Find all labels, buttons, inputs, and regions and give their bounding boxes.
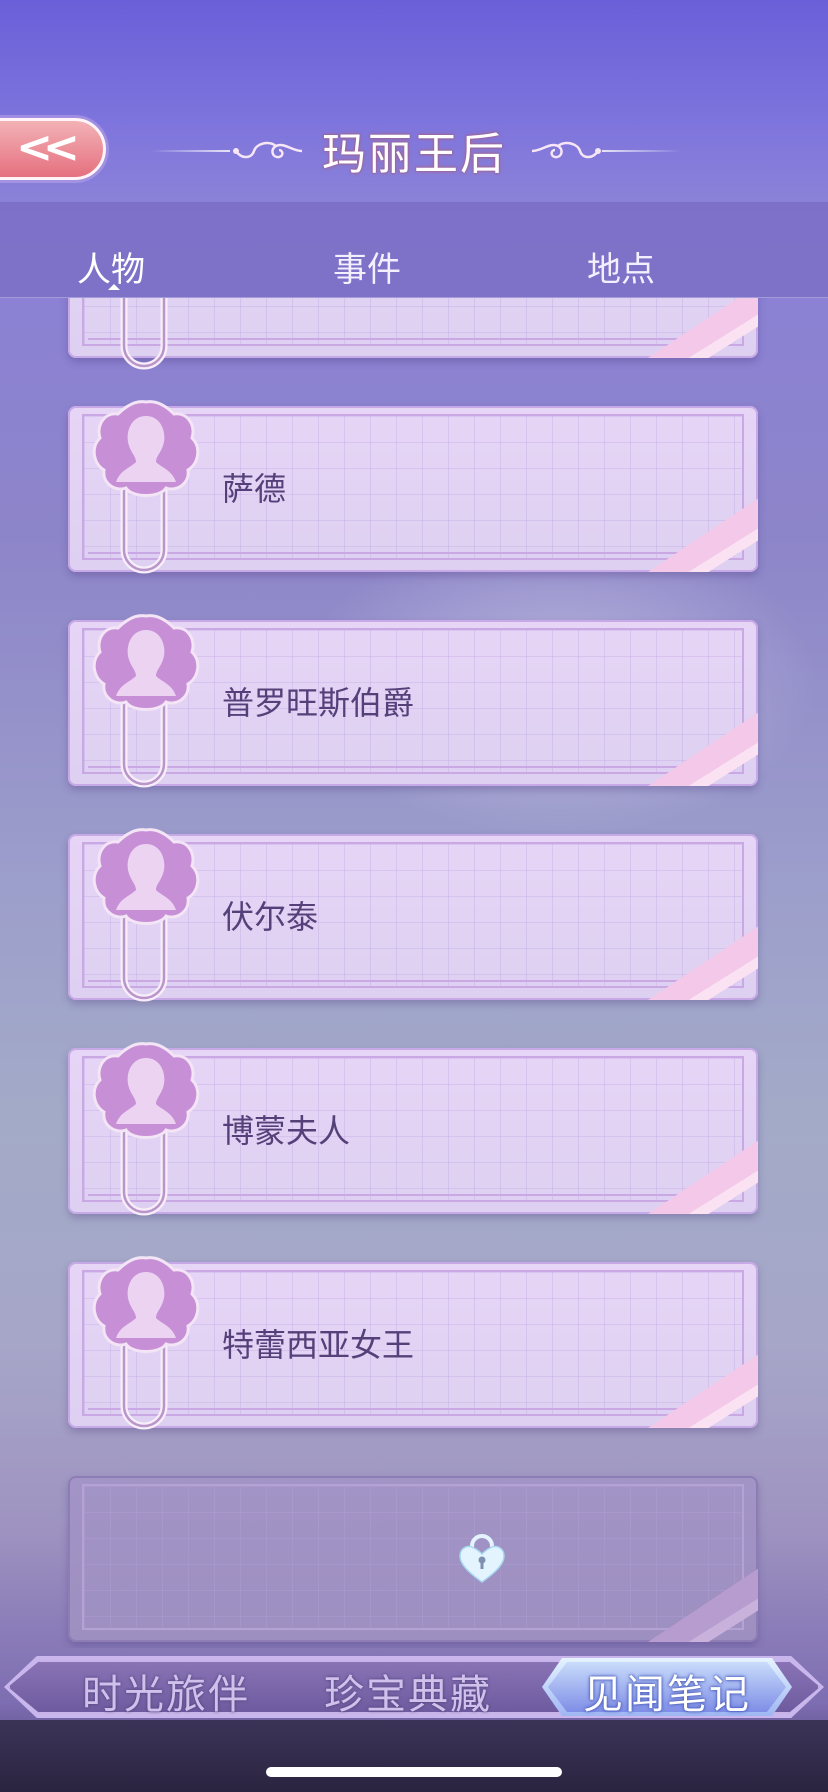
ribbon-corner-icon	[648, 1354, 758, 1428]
bottom-navigation: 时光旅伴 珍宝典藏 见闻笔记	[0, 1654, 828, 1720]
list-item-locked[interactable]	[68, 1476, 758, 1642]
home-indicator[interactable]	[266, 1767, 562, 1777]
heart-lock-icon	[459, 1534, 505, 1583]
ribbon-corner-icon	[648, 926, 758, 1000]
character-name: 普罗旺斯伯爵	[222, 684, 415, 722]
portrait-silhouette-icon	[92, 1042, 200, 1216]
nav-treasure-collection[interactable]: 珍宝典藏	[324, 1662, 492, 1720]
character-name: 特蕾西亚女王	[222, 1326, 415, 1364]
ribbon-corner-icon	[648, 298, 758, 358]
nav-notes-active[interactable]: 见闻笔记	[542, 1662, 792, 1720]
title-ornament-right-icon	[531, 141, 601, 159]
ribbon-corner-icon	[648, 498, 758, 572]
tab-events[interactable]: 事件	[333, 242, 401, 291]
character-name: 萨德	[222, 470, 287, 508]
category-tabs: 人物 事件 地点	[0, 202, 828, 298]
paperclip-icon	[120, 298, 168, 370]
character-list[interactable]: 萨德 普罗旺斯伯爵 伏尔泰 博蒙夫人 特蕾西亚女王	[0, 298, 828, 1648]
portrait-silhouette-icon	[92, 1256, 200, 1430]
tab-places[interactable]: 地点	[587, 242, 655, 291]
ribbon-corner-icon	[648, 1140, 758, 1214]
portrait-silhouette-icon	[92, 828, 200, 1002]
footer-area	[0, 1720, 828, 1792]
character-name: 伏尔泰	[222, 898, 319, 936]
character-name: 博蒙夫人	[222, 1112, 351, 1150]
ribbon-corner-icon	[648, 1568, 758, 1642]
ribbon-corner-icon	[648, 712, 758, 786]
nav-time-companions[interactable]: 时光旅伴	[82, 1662, 250, 1720]
title-ornament-line-right	[602, 150, 682, 152]
header: << 玛丽王后	[0, 0, 828, 202]
portrait-silhouette-icon	[92, 614, 200, 788]
page-title: 玛丽王后	[322, 129, 506, 180]
active-tab-indicator	[108, 284, 120, 290]
portrait-silhouette-icon	[92, 400, 200, 574]
